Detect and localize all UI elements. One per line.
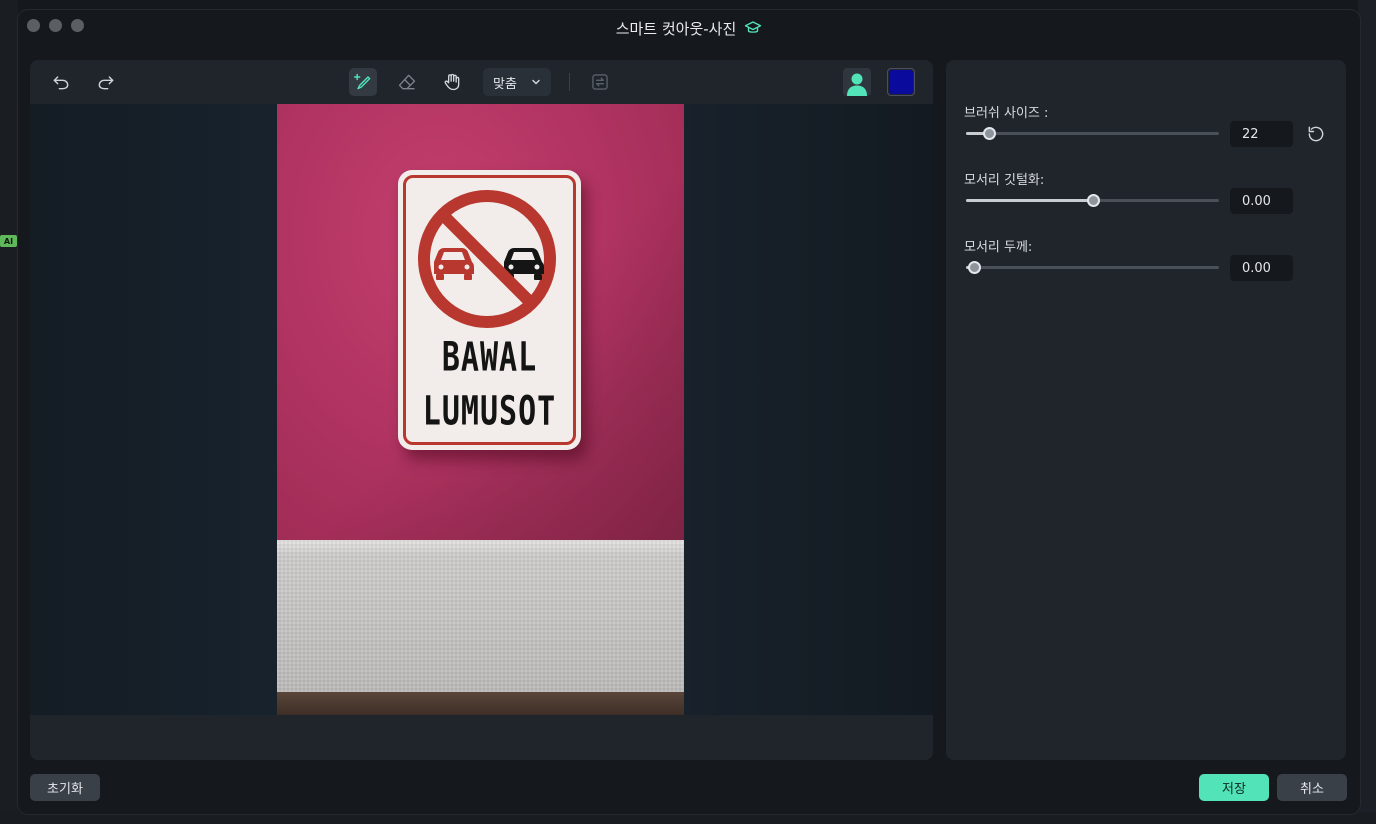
editor-bottom-bar	[30, 715, 933, 760]
slider-thumb[interactable]	[1086, 194, 1100, 207]
minimize-window-button[interactable]	[49, 19, 62, 32]
graduation-cap-icon[interactable]	[744, 19, 762, 37]
slider-track	[966, 132, 1219, 135]
slider-thumb[interactable]	[967, 261, 981, 274]
slider-track	[966, 266, 1219, 269]
close-window-button[interactable]	[27, 19, 40, 32]
eraser-button[interactable]	[393, 68, 421, 96]
person-preview-button[interactable]	[843, 68, 871, 96]
preview-photo: BAWAL LUMUSOT	[277, 104, 684, 715]
brush-size-slider[interactable]	[966, 126, 1219, 142]
swap-button[interactable]	[586, 68, 614, 96]
redo-button[interactable]	[92, 68, 120, 96]
zoom-window-button[interactable]	[71, 19, 84, 32]
background-left-strip	[0, 0, 18, 824]
cancel-button[interactable]: 취소	[1277, 774, 1347, 801]
add-brush-icon	[353, 73, 371, 90]
slider-thumb[interactable]	[982, 127, 996, 140]
person-preview-icon	[847, 73, 867, 96]
dialog-title: 스마트 컷아웃-사진	[615, 19, 737, 38]
ai-badge: AI	[0, 235, 17, 247]
edge-thickness-input[interactable]: 0.00	[1230, 255, 1293, 281]
undo-icon	[53, 76, 69, 90]
fit-select-value: 맞춤	[493, 76, 517, 92]
sign-text-line1: BAWAL	[441, 333, 538, 382]
edge-thickness-label: 모서리 두께:	[964, 240, 1033, 255]
swap-icon	[592, 74, 608, 90]
reset-button[interactable]: 초기화	[30, 774, 100, 801]
save-button[interactable]: 저장	[1199, 774, 1269, 801]
reset-brush-size-icon[interactable]	[1306, 124, 1326, 144]
fabric-bench	[277, 540, 684, 692]
color-swatch	[889, 70, 913, 94]
edge-feather-slider[interactable]	[966, 193, 1219, 209]
edge-thickness-slider[interactable]	[966, 260, 1219, 276]
fit-select[interactable]: 맞춤	[483, 68, 551, 96]
sign-text-line2: LUMUSOT	[422, 387, 557, 436]
preview-canvas[interactable]: BAWAL LUMUSOT	[30, 104, 933, 715]
hand-pan-button[interactable]	[438, 68, 466, 96]
hand-pan-icon	[444, 73, 460, 91]
editor-area: 맞춤 BAWAL LUMUSOT	[30, 60, 933, 760]
road-sign: BAWAL LUMUSOT	[398, 170, 581, 450]
brush-size-input[interactable]: 22	[1230, 121, 1293, 147]
redo-icon	[98, 76, 114, 90]
no-overtaking-sign-icon	[418, 190, 556, 328]
edge-feather-input[interactable]: 0.00	[1230, 188, 1293, 214]
eraser-icon	[398, 74, 416, 90]
add-brush-button[interactable]	[349, 68, 377, 96]
background-color-button[interactable]	[887, 68, 915, 96]
toolbar-divider	[569, 73, 570, 91]
smart-cutout-dialog: 스마트 컷아웃-사진 맞춤 BAWAL LUMUSOT 브러쉬 사이즈: 22…	[18, 10, 1360, 814]
background-right-strip	[1358, 0, 1376, 824]
window-controls	[27, 19, 84, 32]
slider-fill	[966, 199, 1093, 202]
title-bar: 스마트 컷아웃-사진	[18, 10, 1360, 46]
settings-panel: 브러쉬 사이즈 : 22 모서리 깃털화: 0.00 모서리 두께: 0.00	[946, 60, 1346, 760]
chevron-down-icon	[532, 79, 540, 85]
undo-button[interactable]	[47, 68, 75, 96]
edge-feather-label: 모서리 깃털화:	[964, 173, 1045, 188]
wooden-floor	[277, 692, 684, 715]
editor-toolbar: 맞춤	[30, 60, 933, 104]
brush-size-label: 브러쉬 사이즈 :	[964, 106, 1049, 121]
